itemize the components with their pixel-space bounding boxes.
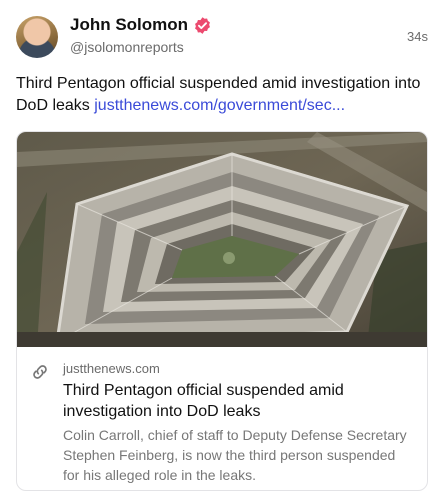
pentagon-aerial-image [17, 132, 427, 347]
post-timestamp[interactable]: 34s [407, 29, 428, 44]
verified-badge-icon [195, 16, 210, 34]
card-domain: justthenews.com [63, 361, 160, 376]
card-title: Third Pentagon official suspended amid i… [63, 382, 344, 420]
link-icon [33, 365, 47, 379]
author-handle[interactable]: @jsolomonreports [70, 39, 384, 55]
card-description: Colin Carroll, chief of staff to Deputy … [63, 427, 407, 483]
post-text: Third Pentagon official suspended amid i… [16, 73, 428, 117]
post: John Solomon @jsolomonreports 34s Third … [0, 0, 444, 500]
card-body: justthenews.com Third Pentagon official … [17, 347, 427, 485]
post-link[interactable]: justthenews.com/government/sec... [94, 97, 345, 114]
author-block: John Solomon @jsolomonreports [70, 15, 384, 55]
name-row: John Solomon [70, 15, 384, 35]
author-name[interactable]: John Solomon [70, 15, 188, 35]
avatar[interactable] [16, 16, 58, 58]
link-preview-card[interactable]: justthenews.com Third Pentagon official … [16, 131, 428, 491]
